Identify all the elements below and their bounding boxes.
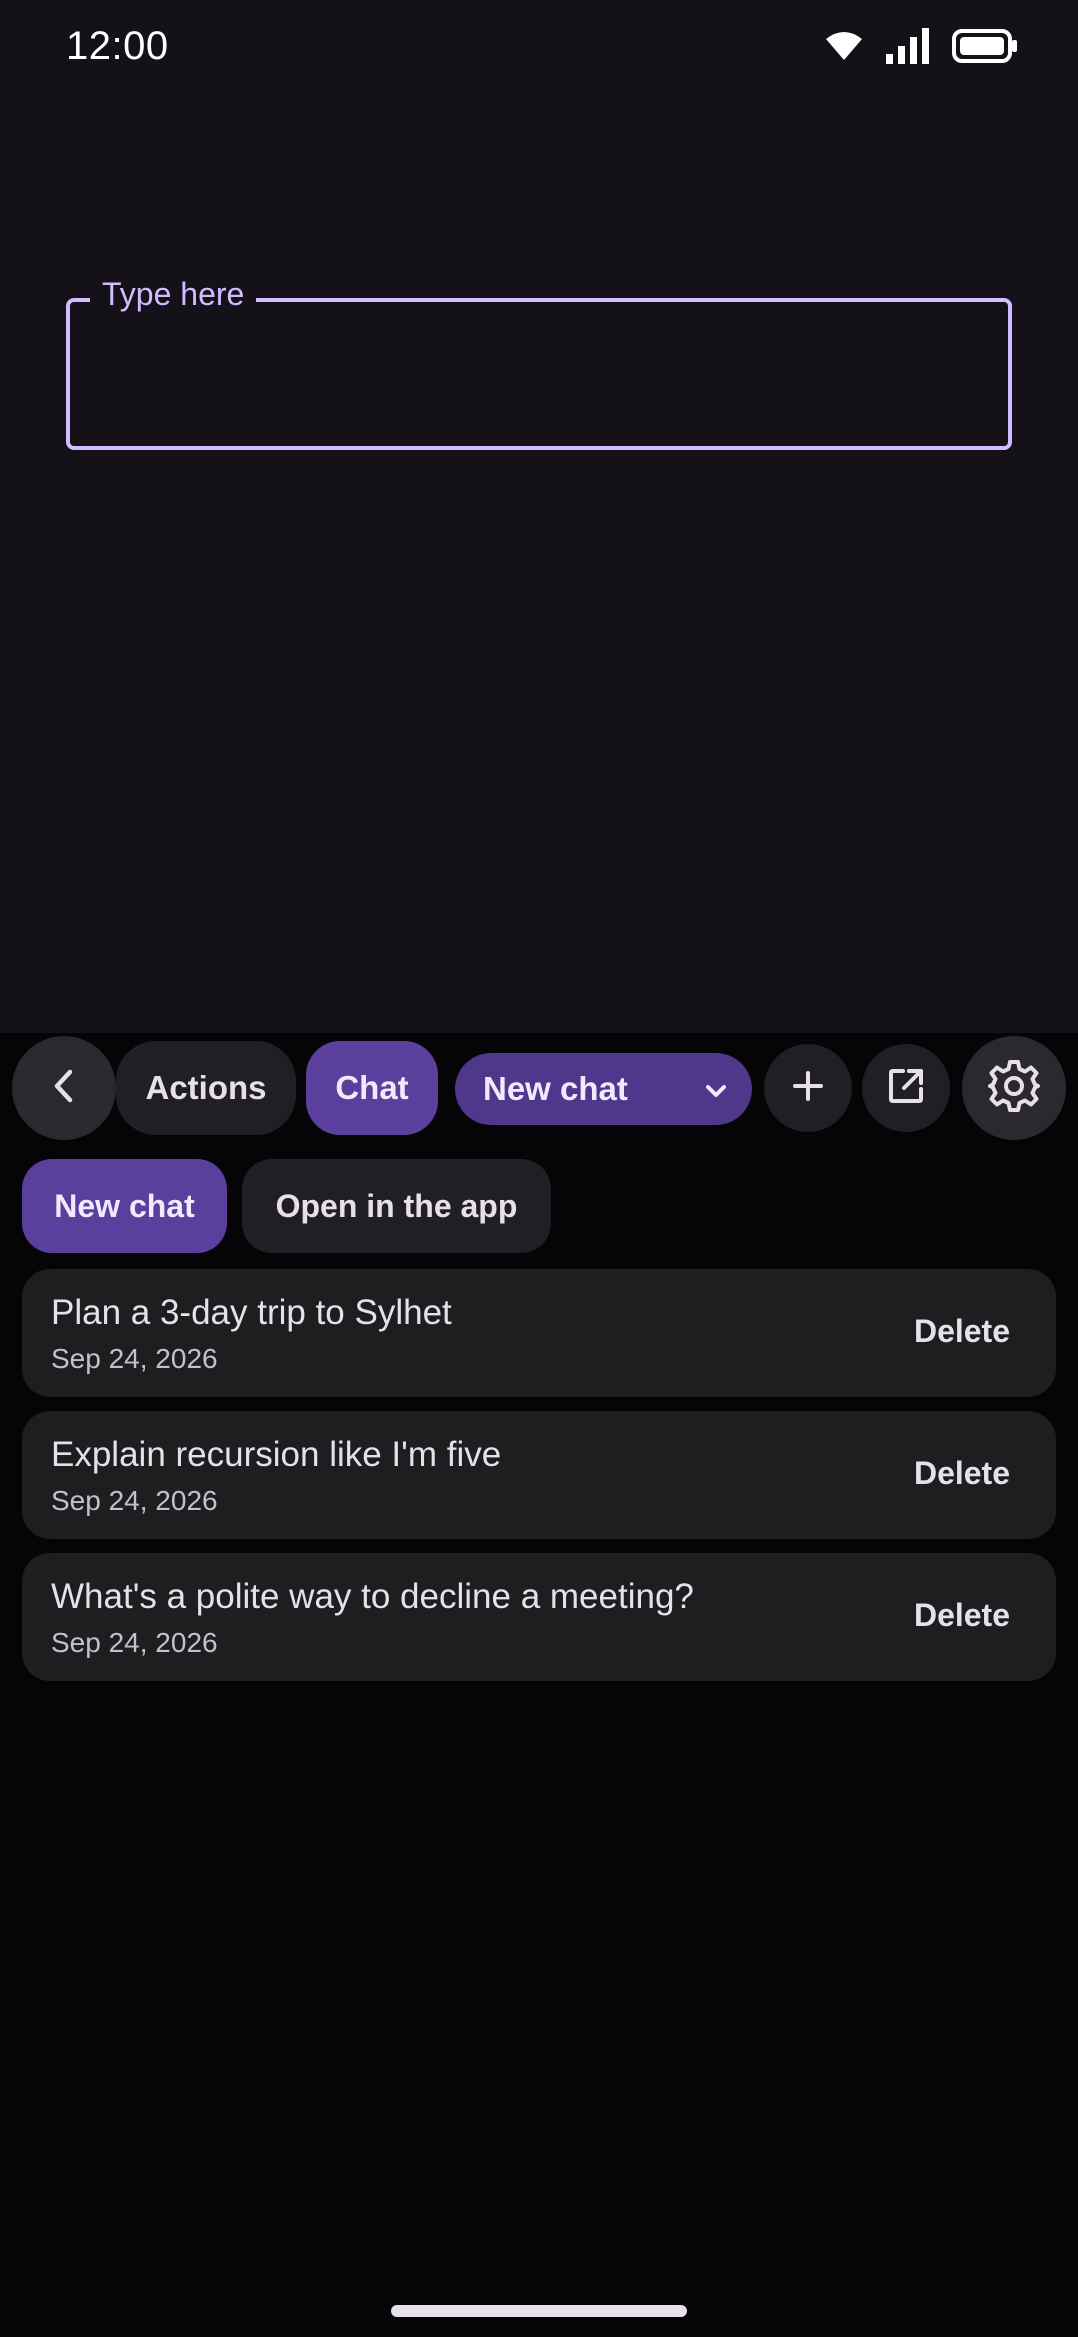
delete-button[interactable]: Delete: [914, 1597, 1010, 1634]
chat-list-item[interactable]: What's a polite way to decline a meeting…: [22, 1553, 1056, 1681]
delete-button[interactable]: Delete: [914, 1455, 1010, 1492]
chat-list: Plan a 3-day trip to Sylhet Sep 24, 2026…: [22, 1269, 1056, 1695]
chat-date: Sep 24, 2026: [51, 1343, 218, 1374]
chat-list-item[interactable]: Explain recursion like I'm five Sep 24, …: [22, 1411, 1056, 1539]
delete-button[interactable]: Delete: [914, 1313, 1010, 1350]
tab-actions[interactable]: Actions: [116, 1041, 296, 1135]
status-bar: 12:00: [0, 0, 1078, 100]
chat-list-item[interactable]: Plan a 3-day trip to Sylhet Sep 24, 2026…: [22, 1269, 1056, 1397]
toolbar: Actions Chat New chat: [0, 1033, 1078, 1143]
back-button[interactable]: [12, 1036, 116, 1140]
wifi-icon: [824, 30, 864, 67]
status-icons: [824, 28, 1018, 69]
chip-row: New chat Open in the app: [0, 1159, 1078, 1255]
content-area: Type here: [0, 0, 1078, 1033]
signal-icon: [886, 28, 930, 69]
chat-title: Explain recursion like I'm five: [51, 1435, 502, 1474]
new-chat-chip[interactable]: New chat: [22, 1159, 227, 1253]
home-indicator[interactable]: [391, 2305, 687, 2317]
chat-title: What's a polite way to decline a meeting…: [51, 1577, 694, 1616]
chat-date: Sep 24, 2026: [51, 1485, 218, 1516]
chat-selector-value: New chat: [483, 1070, 628, 1107]
open-external-icon: [887, 1067, 925, 1110]
plus-icon: [792, 1070, 824, 1107]
battery-icon: [952, 29, 1018, 68]
tab-chat[interactable]: Chat: [306, 1041, 438, 1135]
add-button[interactable]: [764, 1044, 852, 1132]
chat-selector-dropdown[interactable]: New chat: [455, 1053, 752, 1125]
open-external-button[interactable]: [862, 1044, 950, 1132]
settings-button[interactable]: [962, 1036, 1066, 1140]
chevron-down-icon: [702, 1075, 730, 1113]
bottom-panel: Actions Chat New chat New chat Open in t…: [0, 1033, 1078, 2337]
chat-date: Sep 24, 2026: [51, 1627, 218, 1658]
chat-title: Plan a 3-day trip to Sylhet: [51, 1293, 452, 1332]
screen: Type here 12:00 Actions Chat New chat Ne…: [0, 0, 1078, 2337]
gear-icon: [986, 1058, 1042, 1119]
input-label: Type here: [90, 276, 257, 313]
type-here-input[interactable]: Type here: [66, 276, 1012, 450]
chevron-left-icon: [49, 1068, 79, 1109]
status-time: 12:00: [66, 24, 169, 68]
open-in-app-chip[interactable]: Open in the app: [242, 1159, 551, 1253]
